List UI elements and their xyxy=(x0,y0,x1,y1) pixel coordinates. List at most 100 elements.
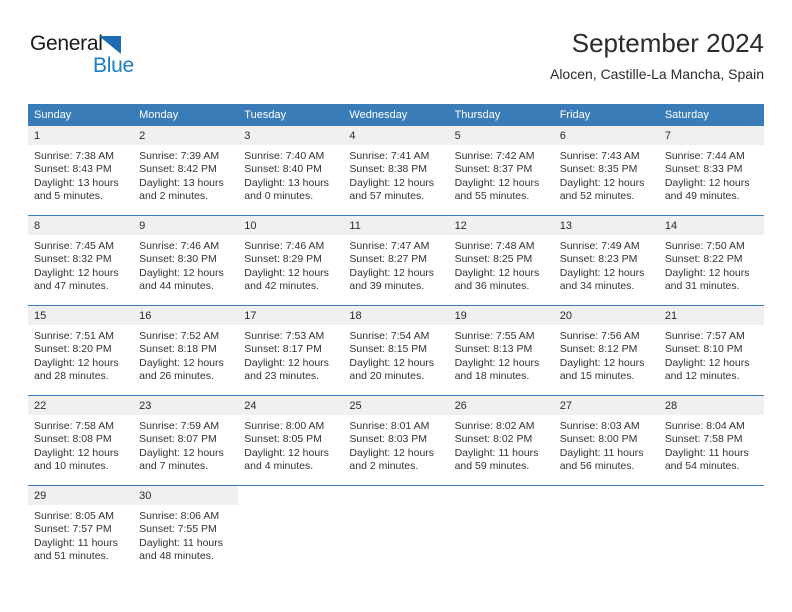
sunrise-text: Sunrise: 8:00 AM xyxy=(244,420,325,432)
day-number xyxy=(449,486,554,505)
day-number: 21 xyxy=(658,306,764,325)
day-cell[interactable]: 23 Sunrise: 7:59 AM Sunset: 8:07 PM Dayl… xyxy=(133,396,239,485)
sunset-text: Sunset: 7:55 PM xyxy=(139,523,217,536)
daylight-text-line1: Daylight: 12 hours xyxy=(349,176,435,189)
daylight-text-line2: and 42 minutes. xyxy=(244,280,319,293)
week-row: 29 Sunrise: 8:05 AM Sunset: 7:57 PM Dayl… xyxy=(28,485,764,575)
sunset-text: Sunset: 8:10 PM xyxy=(664,343,743,356)
day-cell-empty xyxy=(449,486,554,575)
day-cell[interactable]: 29 Sunrise: 8:05 AM Sunset: 7:57 PM Dayl… xyxy=(28,486,134,575)
daylight-text-line2: and 18 minutes. xyxy=(454,370,530,383)
day-details: Sunrise: 7:47 AM Sunset: 8:27 PM Dayligh… xyxy=(343,235,448,294)
sunrise-text: Sunrise: 7:43 AM xyxy=(559,150,640,162)
day-cell[interactable]: 2 Sunrise: 7:39 AM Sunset: 8:42 PM Dayli… xyxy=(133,126,239,215)
day-number xyxy=(343,486,448,505)
day-cell[interactable]: 21 Sunrise: 7:57 AM Sunset: 8:10 PM Dayl… xyxy=(658,306,764,395)
sunrise-text: Sunrise: 7:46 AM xyxy=(244,240,325,252)
daylight-text-line2: and 39 minutes. xyxy=(349,280,425,293)
day-cell[interactable]: 19 Sunrise: 7:55 AM Sunset: 8:13 PM Dayl… xyxy=(448,306,554,395)
day-number: 2 xyxy=(133,126,239,145)
day-cell[interactable]: 11 Sunrise: 7:47 AM Sunset: 8:27 PM Dayl… xyxy=(343,216,449,305)
daylight-text-line1: Daylight: 13 hours xyxy=(139,176,224,189)
day-cell[interactable]: 4 Sunrise: 7:41 AM Sunset: 8:38 PM Dayli… xyxy=(343,126,449,215)
daylight-text-line2: and 54 minutes. xyxy=(664,460,740,473)
day-cell[interactable]: 13 Sunrise: 7:49 AM Sunset: 8:23 PM Dayl… xyxy=(553,216,659,305)
day-cell[interactable]: 26 Sunrise: 8:02 AM Sunset: 8:02 PM Dayl… xyxy=(448,396,554,485)
day-cell[interactable]: 20 Sunrise: 7:56 AM Sunset: 8:12 PM Dayl… xyxy=(553,306,659,395)
day-cell[interactable]: 14 Sunrise: 7:50 AM Sunset: 8:22 PM Dayl… xyxy=(658,216,764,305)
daylight-text-line2: and 26 minutes. xyxy=(139,370,214,383)
daylight-text-line2: and 12 minutes. xyxy=(664,370,740,383)
weekday-monday: Monday xyxy=(139,109,179,121)
day-cell[interactable]: 25 Sunrise: 8:01 AM Sunset: 8:03 PM Dayl… xyxy=(343,396,449,485)
day-cell[interactable]: 10 Sunrise: 7:46 AM Sunset: 8:29 PM Dayl… xyxy=(238,216,344,305)
day-cell[interactable]: 28 Sunrise: 8:04 AM Sunset: 7:58 PM Dayl… xyxy=(658,396,764,485)
day-number: 18 xyxy=(343,306,449,325)
day-number: 19 xyxy=(448,306,554,325)
day-cell[interactable]: 6 Sunrise: 7:43 AM Sunset: 8:35 PM Dayli… xyxy=(553,126,659,215)
day-cell[interactable]: 30 Sunrise: 8:06 AM Sunset: 7:55 PM Dayl… xyxy=(133,486,239,575)
day-number: 9 xyxy=(133,216,239,235)
day-cell[interactable]: 8 Sunrise: 7:45 AM Sunset: 8:32 PM Dayli… xyxy=(28,216,134,305)
day-number: 28 xyxy=(658,396,764,415)
day-cell[interactable]: 3 Sunrise: 7:40 AM Sunset: 8:40 PM Dayli… xyxy=(238,126,344,215)
day-cell[interactable]: 1 Sunrise: 7:38 AM Sunset: 8:43 PM Dayli… xyxy=(28,126,134,215)
daylight-text-line1: Daylight: 12 hours xyxy=(664,266,750,279)
weekday-header-row: Sunday Monday Tuesday Wednesday Thursday… xyxy=(28,104,764,125)
sunset-text: Sunset: 8:43 PM xyxy=(34,163,112,176)
daylight-text-line1: Daylight: 12 hours xyxy=(664,356,750,369)
general-blue-logo[interactable]: General Blue xyxy=(30,32,180,84)
title-block: September 2024 Alocen, Castille-La Manch… xyxy=(550,26,764,84)
day-details: Sunrise: 7:38 AM Sunset: 8:43 PM Dayligh… xyxy=(28,145,133,204)
day-details: Sunrise: 7:41 AM Sunset: 8:38 PM Dayligh… xyxy=(343,145,448,204)
day-details: Sunrise: 7:59 AM Sunset: 8:07 PM Dayligh… xyxy=(133,415,238,474)
sunrise-text: Sunrise: 7:38 AM xyxy=(34,150,114,162)
daylight-text-line1: Daylight: 12 hours xyxy=(454,266,540,279)
logo-text-blue: Blue xyxy=(93,54,134,77)
daylight-text-line1: Daylight: 12 hours xyxy=(34,356,119,369)
day-cell[interactable]: 9 Sunrise: 7:46 AM Sunset: 8:30 PM Dayli… xyxy=(133,216,239,305)
day-details: Sunrise: 7:46 AM Sunset: 8:30 PM Dayligh… xyxy=(133,235,238,294)
daylight-text-line2: and 28 minutes. xyxy=(34,370,109,383)
sunset-text: Sunset: 8:40 PM xyxy=(244,163,322,176)
day-cell[interactable]: 24 Sunrise: 8:00 AM Sunset: 8:05 PM Dayl… xyxy=(238,396,344,485)
daylight-text-line1: Daylight: 12 hours xyxy=(349,446,435,459)
page-header: General Blue September 2024 Alocen, Cast… xyxy=(28,26,764,96)
week-row: 1 Sunrise: 7:38 AM Sunset: 8:43 PM Dayli… xyxy=(28,125,764,215)
daylight-text-line1: Daylight: 12 hours xyxy=(349,356,435,369)
calendar-grid: Sunday Monday Tuesday Wednesday Thursday… xyxy=(28,104,764,575)
day-cell[interactable]: 18 Sunrise: 7:54 AM Sunset: 8:15 PM Dayl… xyxy=(343,306,449,395)
day-cell[interactable]: 5 Sunrise: 7:42 AM Sunset: 8:37 PM Dayli… xyxy=(448,126,554,215)
sunset-text: Sunset: 8:05 PM xyxy=(244,433,322,446)
day-number: 23 xyxy=(133,396,239,415)
day-cell[interactable]: 12 Sunrise: 7:48 AM Sunset: 8:25 PM Dayl… xyxy=(448,216,554,305)
page-subtitle: Alocen, Castille-La Mancha, Spain xyxy=(549,66,764,82)
day-details: Sunrise: 7:40 AM Sunset: 8:40 PM Dayligh… xyxy=(238,145,343,204)
day-cell[interactable]: 27 Sunrise: 8:03 AM Sunset: 8:00 PM Dayl… xyxy=(553,396,659,485)
sunrise-text: Sunrise: 8:04 AM xyxy=(664,420,745,432)
day-details: Sunrise: 7:49 AM Sunset: 8:23 PM Dayligh… xyxy=(554,235,659,294)
sunrise-text: Sunrise: 7:55 AM xyxy=(454,330,535,342)
sunset-text: Sunset: 8:15 PM xyxy=(349,343,428,356)
daylight-text-line1: Daylight: 12 hours xyxy=(454,356,540,369)
sunrise-text: Sunrise: 7:39 AM xyxy=(139,150,220,162)
week-row: 8 Sunrise: 7:45 AM Sunset: 8:32 PM Dayli… xyxy=(28,215,764,305)
day-number xyxy=(659,486,764,505)
daylight-text-line1: Daylight: 11 hours xyxy=(559,446,644,459)
day-cell[interactable]: 22 Sunrise: 7:58 AM Sunset: 8:08 PM Dayl… xyxy=(28,396,134,485)
day-cell[interactable]: 17 Sunrise: 7:53 AM Sunset: 8:17 PM Dayl… xyxy=(238,306,344,395)
day-number: 1 xyxy=(28,126,134,145)
day-cell[interactable]: 15 Sunrise: 7:51 AM Sunset: 8:20 PM Dayl… xyxy=(28,306,134,395)
daylight-text-line1: Daylight: 12 hours xyxy=(244,446,329,459)
day-number xyxy=(554,486,659,505)
daylight-text-line1: Daylight: 11 hours xyxy=(34,536,118,549)
day-cell[interactable]: 16 Sunrise: 7:52 AM Sunset: 8:18 PM Dayl… xyxy=(133,306,239,395)
day-details: Sunrise: 7:56 AM Sunset: 8:12 PM Dayligh… xyxy=(554,325,659,384)
daylight-text-line2: and 36 minutes. xyxy=(454,280,530,293)
day-details: Sunrise: 7:58 AM Sunset: 8:08 PM Dayligh… xyxy=(28,415,133,474)
daylight-text-line1: Daylight: 13 hours xyxy=(244,176,329,189)
daylight-text-line2: and 34 minutes. xyxy=(559,280,635,293)
sunrise-text: Sunrise: 7:53 AM xyxy=(244,330,325,342)
day-cell[interactable]: 7 Sunrise: 7:44 AM Sunset: 8:33 PM Dayli… xyxy=(658,126,764,215)
day-details: Sunrise: 8:04 AM Sunset: 7:58 PM Dayligh… xyxy=(659,415,764,474)
